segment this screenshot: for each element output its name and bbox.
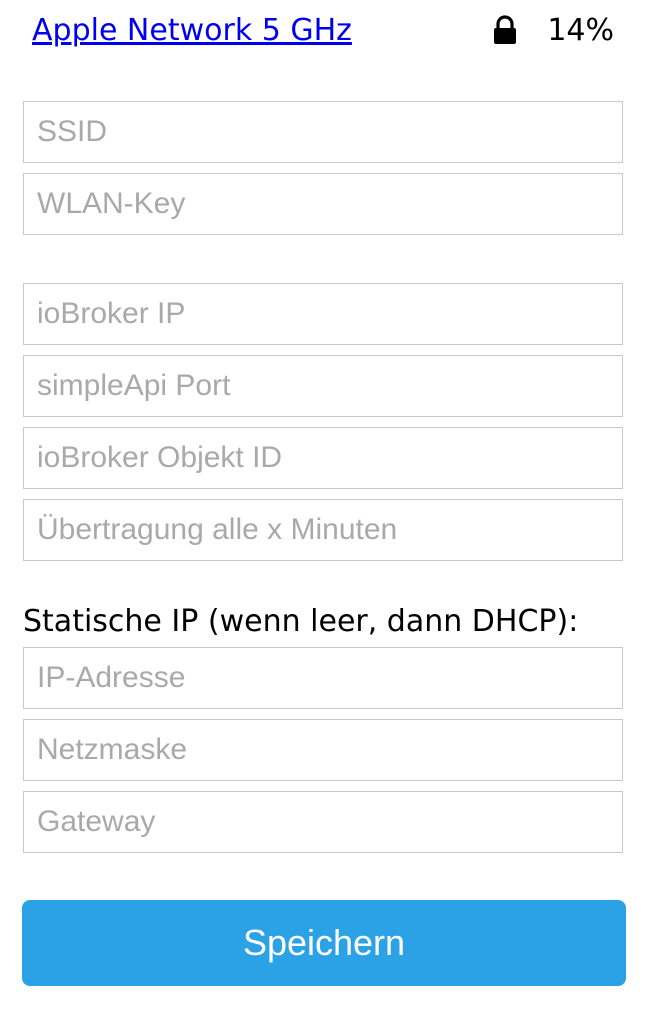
signal-strength: 14% — [547, 13, 614, 48]
network-name-link[interactable]: Apple Network 5 GHz — [32, 13, 352, 48]
transfer-interval-field[interactable] — [23, 499, 623, 561]
network-header: Apple Network 5 GHz 14% — [32, 10, 622, 54]
iobroker-ip-field[interactable] — [23, 283, 623, 345]
wlan-key-field[interactable] — [23, 173, 623, 235]
netmask-field[interactable] — [23, 719, 623, 781]
ip-address-field[interactable] — [23, 647, 623, 709]
iobroker-object-id-field[interactable] — [23, 427, 623, 489]
static-ip-label: Statische IP (wenn leer, dann DHCP): — [23, 604, 579, 639]
lock-icon — [494, 15, 516, 44]
gateway-field[interactable] — [23, 791, 623, 853]
ssid-field[interactable] — [23, 101, 623, 163]
simpleapi-port-field[interactable] — [23, 355, 623, 417]
save-button[interactable]: Speichern — [22, 900, 626, 986]
